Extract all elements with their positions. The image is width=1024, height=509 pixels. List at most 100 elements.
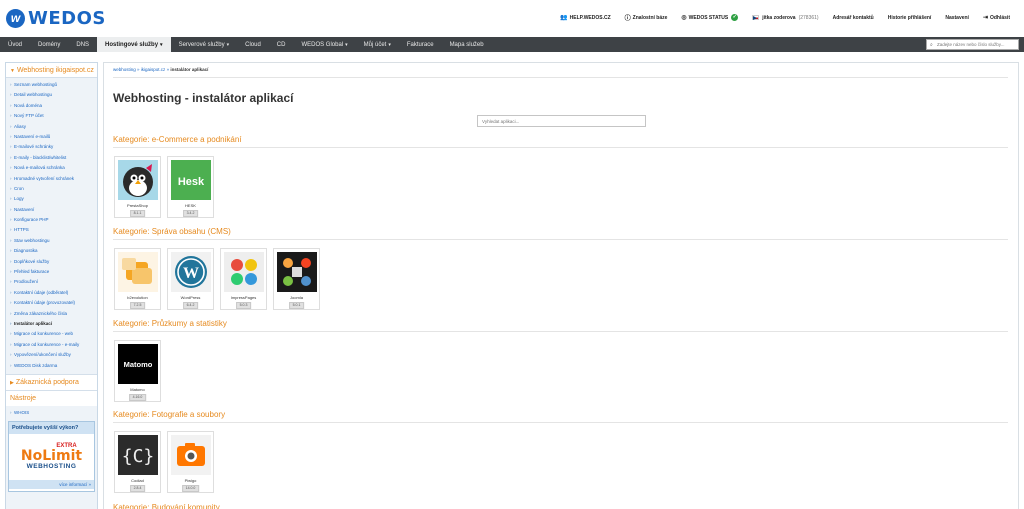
breadcrumb-item[interactable]: ikigaispot.cz [141,67,166,72]
nav-item[interactable]: Fakturace [399,37,442,52]
nav-item[interactable]: DNS [68,37,97,52]
wedos-status-link[interactable]: ◎ WEDOS STATUS ✓ [681,14,739,21]
promo-more-link[interactable]: více informací » [9,480,94,490]
sidebar-item[interactable]: Doplňkové služby [6,257,97,267]
sidebar-header[interactable]: ▼ Webhosting ikigaispot.cz [6,63,97,78]
app-card[interactable]: W WordPress 6.4.2 [167,248,214,310]
sidebar-item[interactable]: Konfigurace PHP [6,215,97,225]
app-version-badge: 4.16.0 [128,394,147,401]
app-name: HESK [185,203,196,208]
nav-item[interactable]: CD [269,37,294,52]
app-name: PrestaShop [127,203,148,208]
nav-item[interactable]: Domény [30,37,68,52]
breadcrumb-item[interactable]: webhosting [113,67,136,72]
contacts-link[interactable]: Adresář kontaktů [833,15,874,21]
logo-mark: w [6,8,25,28]
app-card[interactable]: PrestaShop 8.1.1 [114,156,161,218]
sidebar-item[interactable]: E-mailové schránky [6,142,97,152]
divider [113,331,1008,332]
wedos-logo[interactable]: w WEDOS [6,7,106,29]
sidebar-item[interactable]: Nový FTP účet [6,111,97,121]
nav-item[interactable]: Můj účet ▾ [356,37,399,52]
app-name: Matomo [130,387,145,392]
app-version-badge: 14.0.0 [181,485,200,492]
hesk-icon: Hesk [171,160,211,200]
divider [113,239,1008,240]
chevron-down-icon: ▾ [345,41,348,48]
sidebar-item[interactable]: WEDOS Disk zdarma [6,361,97,371]
tools-item-whois[interactable]: WHOIS [6,408,97,418]
help-link[interactable]: 👥 HELP.WEDOS.CZ [560,14,611,22]
nav-item[interactable]: Mapa služeb [442,37,492,52]
sidebar-item[interactable]: Vypovězení/ukončení služby [6,350,97,360]
breadcrumb: webhosting » ikigaispot.cz » instalátor … [113,67,209,72]
sidebar-support[interactable]: ▶ Zákaznická podpora [6,373,97,390]
app-name: Joomla [290,295,303,300]
settings-link[interactable]: Nastavení [945,15,969,21]
app-card[interactable]: b2evolution 7.2.5 [114,248,161,310]
info-icon: ⓘ [624,16,631,22]
app-card[interactable]: {C} Codiad 2.8.4 [114,431,161,493]
sidebar-item[interactable]: Detail webhostingu [6,90,97,100]
app-card[interactable]: Joomla 5.0.1 [273,248,320,310]
category-heading: Kategorie: Průzkumy a statistiky [113,319,227,328]
nav-item[interactable]: WEDOS Global ▾ [293,37,355,52]
sidebar-item[interactable]: Instalátor aplikací [6,319,97,329]
app-thumb: Matomo [118,344,158,384]
sidebar-item[interactable]: Diagnostika [6,246,97,256]
sidebar-item[interactable]: Přehled fakturace [6,267,97,277]
sidebar-item[interactable]: Migrace od konkurence - web [6,329,97,339]
app-thumb: Hesk [171,160,211,200]
app-version-badge: 3.4.2 [182,210,199,217]
main-nav: Úvod Domény DNS Hostingové služby ▾ Serverové… [0,37,1024,52]
app-card[interactable]: Matomo Matomo 4.16.0 [114,340,161,402]
app-name: WordPress [180,295,201,300]
sidebar-item[interactable]: Kontaktní údaje (provozovatel) [6,298,97,308]
app-version-badge: 8.1.1 [129,210,146,217]
nav-item[interactable]: Cloud [237,37,269,52]
sidebar-item[interactable]: Nová doména [6,101,97,111]
breadcrumb-current: instalátor aplikací [170,67,209,72]
sidebar-item[interactable]: Migrace od konkurence - e-maily [6,340,97,350]
sidebar-item[interactable]: Logy [6,194,97,204]
service-search-input[interactable]: ⌕ Zadejte název nebo číslo služby... [926,39,1019,50]
b2evolution-icon [118,252,158,292]
user-link[interactable]: jitka zoderova (278361) [752,15,819,21]
sidebar-item[interactable]: Nová e-mailová schránka [6,163,97,173]
promo-title: Potřebujete vyšší výkon? [9,422,94,435]
nav-item[interactable]: Hostingové služby ▾ [97,37,171,52]
sidebar-item[interactable]: Změna zákaznického čísla [6,309,97,319]
category-heading: Kategorie: Správa obsahu (CMS) [113,227,231,236]
nav-item[interactable]: Úvod [0,37,30,52]
sidebar-tools[interactable]: Nástroje [6,389,97,406]
sidebar-item[interactable]: Aliasy [6,122,97,132]
sidebar-item[interactable]: Nastavení e-mailů [6,132,97,142]
svg-text:W: W [183,265,199,282]
app-version-badge: 7.2.5 [129,302,146,309]
triangle-right-icon: ▶ [10,379,14,386]
sidebar-item[interactable]: Seznam webhostingů [6,80,97,90]
app-card[interactable]: Hesk HESK 3.4.2 [167,156,214,218]
app-thumb [118,160,158,200]
login-history-link[interactable]: Historie přihlášení [888,15,932,21]
promo-banner[interactable]: Potřebujete vyšší výkon? EXTRA NoLimit W… [8,421,95,493]
sidebar-item[interactable]: Stav webhostingu [6,236,97,246]
divider [113,422,1008,423]
logo-text: WEDOS [28,7,106,29]
sidebar-item[interactable]: Nastavení [6,205,97,215]
app-search-input[interactable]: Vyhledat aplikaci... [477,115,646,127]
sidebar-item[interactable]: HTTPS [6,225,97,235]
sidebar-item[interactable]: Kontaktní údaje (odběratel) [6,288,97,298]
sidebar-item[interactable]: Hromadné vytvoření schránek [6,174,97,184]
page-title: Webhosting - instalátor aplikací [113,91,294,105]
sidebar-item[interactable]: Cron [6,184,97,194]
chevron-down-icon: ▾ [160,41,163,48]
app-card[interactable]: Piwigo 14.0.0 [167,431,214,493]
logout-link[interactable]: ⇥ Odhlásit [983,14,1010,22]
app-card[interactable]: ImpressPages 5.0.3 [220,248,267,310]
sidebar-item[interactable]: Prodloužení [6,277,97,287]
sidebar-item[interactable]: E-maily - blacklist/whitelist [6,153,97,163]
nav-item[interactable]: Serverové služby ▾ [171,37,238,52]
knowledge-base-link[interactable]: ⓘ Znalostní báze [624,13,668,23]
wordpress-icon: W [171,252,211,292]
